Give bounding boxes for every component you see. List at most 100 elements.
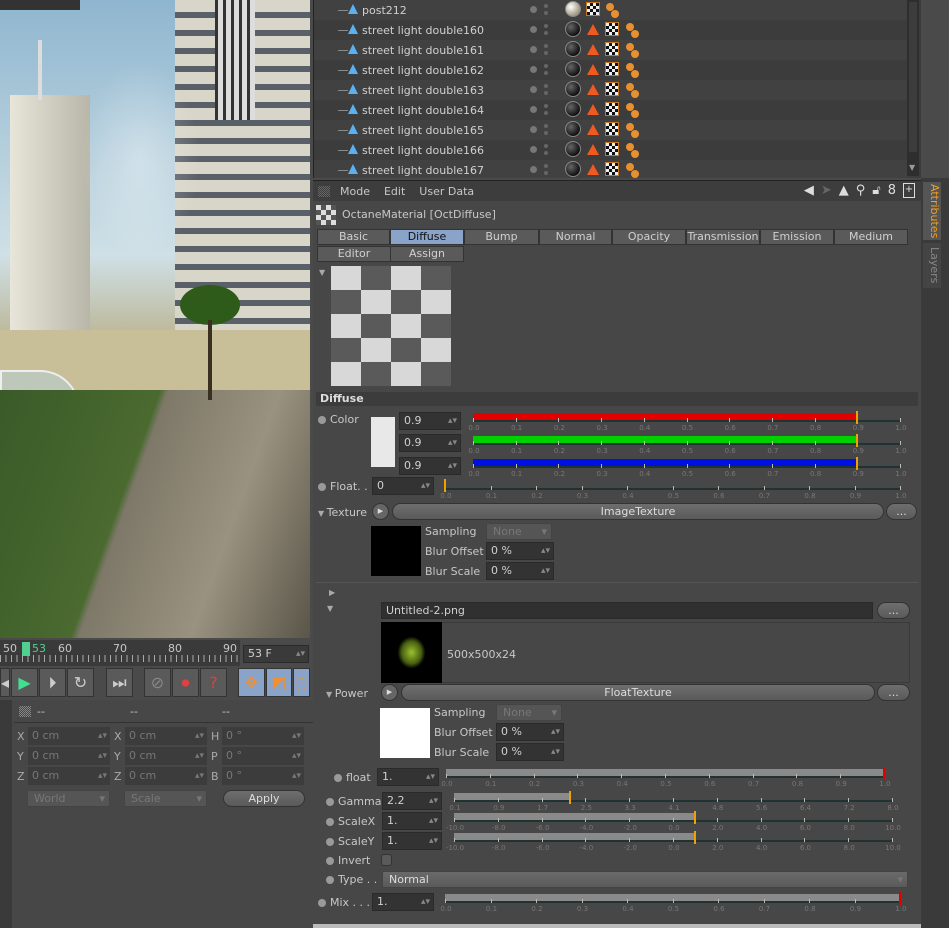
tab-assign[interactable]: Assign — [390, 246, 464, 262]
render-dot-icon[interactable] — [544, 24, 548, 28]
object-row[interactable]: street light double163 — [314, 80, 908, 100]
type-dropdown[interactable]: Normal — [382, 871, 908, 888]
slider-handle[interactable] — [856, 457, 859, 470]
material-tag-icon[interactable] — [565, 41, 581, 57]
coordinate-field[interactable]: 0 cm ▴▾ — [125, 727, 207, 745]
sampling-dropdown[interactable]: None — [486, 523, 552, 540]
texture-tag-icon[interactable] — [605, 102, 619, 116]
invert-checkbox[interactable] — [381, 854, 392, 866]
tag-warning-icon[interactable] — [587, 24, 599, 35]
material-tag-icon[interactable] — [565, 81, 581, 97]
animate-dot-icon[interactable] — [318, 899, 326, 907]
animate-dot-icon[interactable] — [318, 483, 326, 491]
scaley-slider[interactable]: -10.0 -8.0 -6.0 -4.0 -2.0 0.0 2.0 4.0 6.0 8.0 10.0 — [446, 831, 901, 855]
tab-transmission[interactable]: Transmission — [686, 229, 760, 245]
tag-dots-icon[interactable] — [631, 150, 639, 158]
tag-dots-icon[interactable] — [631, 30, 639, 38]
blur-offset-field[interactable]: 0 % ▴▾ — [486, 542, 554, 560]
object-name[interactable]: street light double165 — [362, 124, 484, 137]
render-dot-icon[interactable] — [544, 124, 548, 128]
render-dot-icon[interactable] — [544, 84, 548, 88]
animate-dot-icon[interactable] — [326, 838, 334, 846]
next-frame-button[interactable]: ⏵ — [39, 668, 66, 697]
material-tag-icon[interactable] — [565, 61, 581, 77]
coordinate-field[interactable]: 0 ° ▴▾ — [222, 767, 304, 785]
render-dot-icon[interactable] — [544, 164, 548, 168]
object-name[interactable]: street light double162 — [362, 64, 484, 77]
tag-dots-icon[interactable] — [631, 90, 639, 98]
texture-more-button[interactable]: ... — [886, 503, 917, 520]
render-dot-icon[interactable] — [544, 144, 548, 148]
tag-warning-icon[interactable] — [587, 164, 599, 175]
rotate-tool-icon[interactable]: ◌ — [293, 668, 310, 697]
render-dot-icon[interactable] — [544, 51, 548, 55]
tab-attributes[interactable]: Attributes — [923, 182, 941, 240]
coordinate-field[interactable]: 0 cm ▴▾ — [125, 767, 207, 785]
object-row[interactable]: street light double164 — [314, 100, 908, 120]
material-tag-icon[interactable] — [565, 101, 581, 117]
texture-tag-icon[interactable] — [605, 82, 619, 96]
forward-arrow-icon[interactable]: ➤ — [821, 183, 832, 198]
visibility-dot-icon[interactable] — [530, 106, 537, 113]
goto-end-icon[interactable]: ⏭ — [106, 668, 133, 697]
render-dot-icon[interactable] — [544, 44, 548, 48]
texture-tag-icon[interactable] — [605, 122, 619, 136]
slider-handle[interactable] — [693, 831, 696, 844]
animate-dot-icon[interactable] — [326, 876, 334, 884]
visibility-dot-icon[interactable] — [530, 126, 537, 133]
gamma-slider[interactable]: 0.1 0.9 1.7 2.5 3.3 4.1 4.8 5.6 6.4 7.2 8.0 — [449, 791, 900, 815]
play-icon[interactable]: ▶ — [11, 668, 38, 697]
tab-medium[interactable]: Medium — [834, 229, 908, 245]
slider-handle[interactable] — [569, 791, 572, 804]
tag-warning-icon[interactable] — [587, 104, 599, 115]
scalex-field[interactable]: 1. ▴▾ — [382, 812, 442, 830]
render-dot-icon[interactable] — [544, 11, 548, 15]
image-file-field[interactable]: Untitled-2.png — [381, 602, 873, 619]
color-r-field[interactable]: 0.9 ▴▾ — [399, 412, 461, 430]
render-dot-icon[interactable] — [544, 71, 548, 75]
slider-handle[interactable] — [856, 411, 859, 424]
slider-handle[interactable] — [693, 811, 696, 824]
float2-field[interactable]: 1. ▴▾ — [377, 768, 439, 786]
visibility-dot-icon[interactable] — [530, 6, 537, 13]
render-dot-icon[interactable] — [544, 171, 548, 175]
color-b-field[interactable]: 0.9 ▴▾ — [399, 457, 461, 475]
texture-tag-icon[interactable] — [605, 62, 619, 76]
coordinate-field[interactable]: 0 ° ▴▾ — [222, 747, 304, 765]
power-label[interactable]: ▼ Power — [326, 687, 368, 700]
playhead[interactable] — [22, 642, 30, 656]
texture-shader-button[interactable]: ImageTexture — [392, 503, 884, 520]
tag-warning-icon[interactable] — [587, 64, 599, 75]
tag-dots-icon[interactable] — [631, 50, 639, 58]
object-name[interactable]: post212 — [362, 4, 407, 17]
object-row[interactable]: street light double166 — [314, 140, 908, 160]
animate-dot-icon[interactable] — [326, 818, 334, 826]
texture-tag-icon[interactable] — [605, 142, 619, 156]
image-browse-button[interactable]: ... — [877, 602, 910, 619]
tab-layers[interactable]: Layers — [923, 243, 941, 288]
tag-dots-icon[interactable] — [631, 130, 639, 138]
tag-warning-icon[interactable] — [587, 144, 599, 155]
material-tag-icon[interactable] — [565, 121, 581, 137]
collapse-preview-icon[interactable]: ▼ — [319, 268, 325, 277]
menu-edit[interactable]: Edit — [384, 185, 405, 198]
power-sampling-dropdown[interactable]: None — [496, 704, 562, 721]
texture-tag-icon[interactable] — [605, 22, 619, 36]
slider-handle[interactable] — [883, 767, 885, 780]
texture-tag-icon[interactable] — [586, 2, 600, 16]
texture-tag-icon[interactable] — [605, 162, 619, 176]
coordinate-space-dropdown[interactable]: World — [27, 790, 110, 807]
tag-warning-icon[interactable] — [587, 44, 599, 55]
record-off-icon[interactable]: ⊘ — [144, 668, 171, 697]
blur-scale-field[interactable]: 0 % ▴▾ — [486, 562, 554, 580]
power-blur-scale-field[interactable]: 0 % ▴▾ — [496, 743, 564, 761]
slider-handle[interactable] — [444, 479, 446, 492]
material-tag-icon[interactable] — [565, 21, 581, 37]
render-dot-icon[interactable] — [544, 4, 548, 8]
timeline-ruler[interactable]: 50 60 70 80 90 53 — [0, 640, 240, 666]
coordinate-mode-dropdown[interactable]: Scale — [124, 790, 207, 807]
visibility-dot-icon[interactable] — [530, 26, 537, 33]
object-name[interactable]: street light double161 — [362, 44, 484, 57]
render-dot-icon[interactable] — [544, 131, 548, 135]
scaley-field[interactable]: 1. ▴▾ — [382, 832, 442, 850]
